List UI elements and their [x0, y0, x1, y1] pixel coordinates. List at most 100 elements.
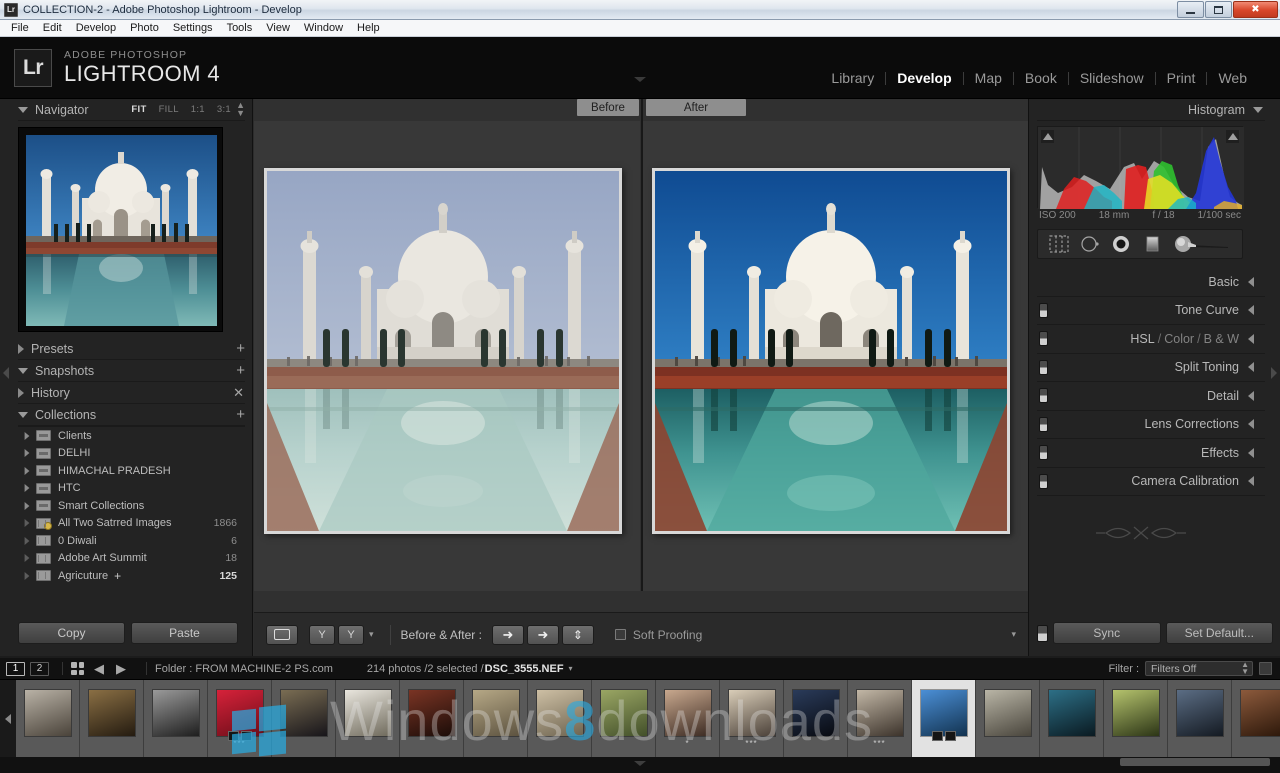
collection-item-agricuture[interactable]: Agricuture + 125: [18, 567, 245, 585]
develop-badge-icon[interactable]: [932, 731, 943, 741]
chevron-right-icon[interactable]: [25, 519, 30, 527]
right-panel-collapse-icon[interactable]: [1271, 367, 1277, 379]
chevron-right-icon[interactable]: [25, 502, 30, 510]
filmstrip-scrollbar[interactable]: [1120, 758, 1270, 766]
collection-item-smart-collections[interactable]: Smart Collections: [18, 497, 245, 515]
sync-button[interactable]: Sync: [1053, 622, 1161, 644]
filmstrip-thumbnail[interactable]: [1168, 680, 1232, 757]
filmstrip-thumbnail[interactable]: [976, 680, 1040, 757]
collection-item-0-diwali[interactable]: 0 Diwali 6: [18, 532, 245, 550]
spot-removal-icon[interactable]: [1079, 234, 1101, 254]
after-image-pane[interactable]: [643, 121, 1028, 591]
minimize-button[interactable]: [1177, 1, 1204, 18]
source-path-label[interactable]: Folder : FROM MACHINE-2 PS.com: [155, 663, 333, 675]
tone-curve-switch[interactable]: [1039, 303, 1048, 318]
close-button[interactable]: ✖: [1233, 1, 1278, 18]
histogram-graph[interactable]: [1037, 126, 1243, 208]
display-screen-1-button[interactable]: 1: [6, 662, 25, 676]
toolbar-toggle-icon[interactable]: ▾: [1011, 629, 1016, 640]
filmstrip-thumbnail[interactable]: ***: [848, 680, 912, 757]
panel-basic[interactable]: Basic: [1037, 268, 1265, 297]
filmstrip-thumbnail[interactable]: [400, 680, 464, 757]
display-screen-2-button[interactable]: 2: [30, 662, 49, 676]
collection-item-htc[interactable]: HTC: [18, 480, 245, 498]
snapshots-header[interactable]: Snapshots +: [18, 360, 245, 382]
menu-file[interactable]: File: [4, 20, 36, 36]
panel-tone-curve[interactable]: Tone Curve: [1037, 297, 1265, 326]
menu-view[interactable]: View: [259, 20, 297, 36]
collection-item-himachal-pradesh[interactable]: HIMACHAL PRADESH: [18, 462, 245, 480]
go-forward-icon[interactable]: ▶: [116, 661, 126, 677]
filmstrip-thumbnail[interactable]: ***: [720, 680, 784, 757]
chevron-right-icon[interactable]: [25, 537, 30, 545]
copy-after-settings-button[interactable]: ➜: [527, 625, 559, 645]
module-slideshow[interactable]: Slideshow: [1069, 70, 1155, 86]
auto-sync-switch[interactable]: [1037, 625, 1048, 642]
navigator-header[interactable]: Navigator FIT FILL 1:1 3:1 ▲▼: [18, 99, 245, 121]
filmstrip-thumbnail[interactable]: [784, 680, 848, 757]
develop-badge-icon[interactable]: [945, 731, 956, 741]
collection-item-clients[interactable]: Clients: [18, 427, 245, 445]
header-collapse-icon[interactable]: [634, 77, 646, 82]
highlight-clipping-indicator[interactable]: [1226, 130, 1239, 143]
history-clear-icon[interactable]: ✕: [233, 386, 244, 399]
collection-item-all-two-satrred-images[interactable]: All Two Satrred Images 1866: [18, 515, 245, 533]
histogram-header[interactable]: Histogram: [1037, 99, 1265, 121]
filter-select[interactable]: Filters Off ▲▼: [1145, 661, 1253, 676]
filter-toggle-button[interactable]: [1259, 662, 1272, 675]
filmstrip-thumbnail[interactable]: [528, 680, 592, 757]
filmstrip-thumbnail[interactable]: ***: [208, 680, 272, 757]
filmstrip-scroll-left[interactable]: [0, 680, 16, 757]
swap-before-after-button[interactable]: ⇕: [562, 625, 594, 645]
panel-hsl-color-bw[interactable]: HSL/Color/B & W: [1037, 325, 1265, 354]
grid-view-icon[interactable]: [71, 662, 84, 675]
flag-reject-button[interactable]: Y: [338, 625, 364, 645]
filmstrip-collapse-icon[interactable]: [634, 761, 646, 766]
hsl-switch[interactable]: [1039, 331, 1048, 346]
filmstrip-thumbnail[interactable]: [336, 680, 400, 757]
filmstrip-thumbnail[interactable]: [144, 680, 208, 757]
menu-develop[interactable]: Develop: [69, 20, 123, 36]
split-toning-switch[interactable]: [1039, 360, 1048, 375]
chevron-right-icon[interactable]: [25, 484, 30, 492]
module-print[interactable]: Print: [1156, 70, 1207, 86]
adjustment-brush-icon[interactable]: [1172, 234, 1232, 254]
chevron-right-icon[interactable]: [25, 449, 30, 457]
module-library[interactable]: Library: [820, 70, 885, 86]
panel-detail[interactable]: Detail: [1037, 382, 1265, 411]
collections-header[interactable]: Collections +: [18, 404, 245, 426]
menu-edit[interactable]: Edit: [36, 20, 69, 36]
chevron-right-icon[interactable]: [25, 467, 30, 475]
loupe-view-button[interactable]: [266, 625, 298, 645]
zoom-stepper-icon[interactable]: ▲▼: [236, 102, 245, 117]
zoom-fill[interactable]: FILL: [159, 104, 179, 115]
menu-photo[interactable]: Photo: [123, 20, 166, 36]
panel-lens-corrections[interactable]: Lens Corrections: [1037, 411, 1265, 440]
module-develop[interactable]: Develop: [886, 70, 962, 86]
lens-corrections-switch[interactable]: [1039, 417, 1048, 432]
paste-button[interactable]: Paste: [131, 622, 238, 644]
module-web[interactable]: Web: [1207, 70, 1258, 86]
zoom-3-1[interactable]: 3:1: [217, 104, 231, 115]
develop-badge-icon[interactable]: [241, 731, 252, 741]
history-header[interactable]: History ✕: [18, 382, 245, 404]
develop-badge-icon[interactable]: [228, 731, 239, 741]
menu-help[interactable]: Help: [350, 20, 387, 36]
filmstrip-thumbnail[interactable]: [80, 680, 144, 757]
filmstrip-thumbnail[interactable]: [912, 680, 976, 757]
filmstrip-thumbnail[interactable]: [592, 680, 656, 757]
navigator-preview[interactable]: [18, 127, 223, 332]
detail-switch[interactable]: [1039, 388, 1048, 403]
collections-add-icon[interactable]: +: [236, 407, 245, 422]
flag-pick-button[interactable]: Y: [309, 625, 335, 645]
menu-window[interactable]: Window: [297, 20, 350, 36]
shadow-clipping-indicator[interactable]: [1041, 130, 1054, 143]
menu-settings[interactable]: Settings: [166, 20, 220, 36]
filmstrip-thumbnail[interactable]: [16, 680, 80, 757]
chevron-right-icon[interactable]: [25, 432, 30, 440]
panel-camera-calibration[interactable]: Camera Calibration: [1037, 468, 1265, 497]
collection-add-icon[interactable]: +: [114, 569, 121, 583]
thumbnail-rating[interactable]: ***: [873, 739, 885, 748]
module-book[interactable]: Book: [1014, 70, 1068, 86]
collection-item-adobe-art-summit[interactable]: Adobe Art Summit 18: [18, 550, 245, 568]
